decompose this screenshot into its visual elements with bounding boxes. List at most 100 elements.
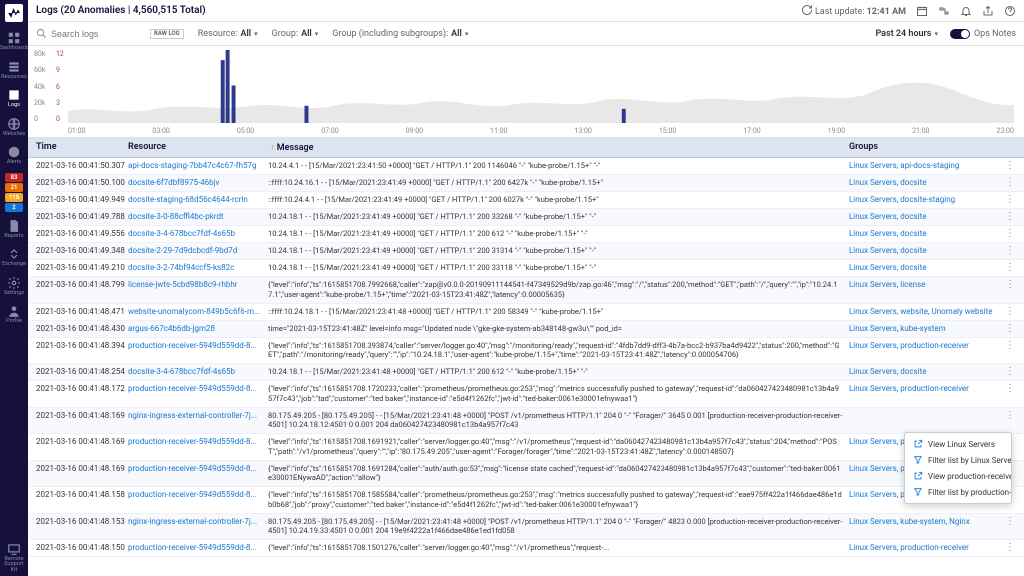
context-menu-item-view-linux[interactable]: View Linux Servers [905, 436, 1011, 452]
sidebar-item-dashboards[interactable]: Dashboards [2, 28, 26, 55]
cell-groups[interactable]: Linux Servers, docsite-staging [849, 195, 1004, 204]
col-header-message[interactable]: ↑ Message [268, 142, 849, 153]
table-row[interactable]: 2021-03-16 00:41:49.556docsite-3-4-678bc… [28, 226, 1024, 243]
cell-groups[interactable]: Linux Servers, production-receiver [849, 384, 1004, 393]
cell-groups[interactable]: Linux Servers, website, Unomaly website [849, 307, 1004, 316]
pipeline-icon[interactable] [938, 5, 950, 17]
row-actions-icon[interactable]: ⋮ [1004, 411, 1016, 421]
table-row[interactable]: 2021-03-16 00:41:48.158production-receiv… [28, 487, 1024, 514]
cell-groups[interactable]: Linux Servers, api-docs-staging [849, 161, 1004, 170]
sidebar-item-exchange[interactable]: Exchange [2, 244, 26, 271]
table-row[interactable]: 2021-03-16 00:41:49.949docsite-staging-6… [28, 192, 1024, 209]
cell-groups[interactable]: Linux Servers, docsite [849, 367, 1004, 376]
share-icon[interactable] [982, 5, 994, 17]
badge-warning[interactable]: 118 [5, 193, 23, 202]
cell-groups[interactable]: Linux Servers, production-receiver [849, 543, 1004, 552]
col-header-resource[interactable]: Resource [128, 142, 268, 153]
table-row[interactable]: 2021-03-16 00:41:48.799license-jwts-5cbd… [28, 277, 1024, 304]
filter-group-subgroups[interactable]: Group (including subgroups): All ▾ [332, 29, 468, 39]
sidebar-item-logs[interactable]: Logs [2, 85, 26, 112]
time-range-selector[interactable]: Past 24 hours ▾ [875, 29, 938, 39]
row-actions-icon[interactable]: ⋮ [1004, 341, 1016, 351]
table-row[interactable]: 2021-03-16 00:41:48.172production-receiv… [28, 381, 1024, 408]
cell-resource[interactable]: production-receiver-5949d559dd-8... [128, 490, 268, 499]
table-row[interactable]: 2021-03-16 00:41:48.254docsite-3-4-678bc… [28, 364, 1024, 381]
row-actions-icon[interactable]: ⋮ [1004, 195, 1016, 205]
cell-resource[interactable]: website-unomalycom-849b5c6f6-m... [128, 307, 268, 316]
row-actions-icon[interactable]: ⋮ [1004, 161, 1016, 171]
search-box[interactable] [36, 28, 136, 39]
sidebar-item-alerts[interactable]: Alerts [2, 142, 26, 169]
cell-groups[interactable]: Linux Servers, kube-system [849, 324, 1004, 333]
cell-resource[interactable]: argus-667c4b6db-jgm28 [128, 324, 268, 333]
context-menu-item-filter-prod[interactable]: Filter list by production-r... [905, 484, 1011, 500]
table-row[interactable]: 2021-03-16 00:41:48.430argus-667c4b6db-j… [28, 321, 1024, 338]
table-body[interactable]: 2021-03-16 00:41:50.307api-docs-staging-… [28, 158, 1024, 576]
table-row[interactable]: 2021-03-16 00:41:50.307api-docs-staging-… [28, 158, 1024, 175]
cell-resource[interactable]: docsite-3-4-678bcc7fdf-4s65b [128, 367, 268, 376]
cell-groups[interactable]: Linux Servers, docsite [849, 212, 1004, 221]
col-header-groups[interactable]: Groups [849, 142, 1004, 153]
row-actions-icon[interactable]: ⋮ [1004, 517, 1016, 527]
cell-groups[interactable]: Linux Servers, docsite [849, 246, 1004, 255]
row-actions-icon[interactable]: ⋮ [1004, 384, 1016, 394]
cell-resource[interactable]: nginx-ingress-external-controller-7j... [128, 411, 268, 420]
search-input[interactable] [51, 29, 121, 39]
row-actions-icon[interactable]: ⋮ [1004, 246, 1016, 256]
cell-groups[interactable]: Linux Servers, docsite [849, 263, 1004, 272]
context-menu-item-view-prod[interactable]: View production-receiver [905, 468, 1011, 484]
cell-resource[interactable]: docsite-staging-68d56c4644-rcrln [128, 195, 268, 204]
sidebar-item-profile[interactable]: Profile [2, 301, 26, 328]
help-icon[interactable] [1004, 5, 1016, 17]
row-actions-icon[interactable]: ⋮ [1004, 367, 1016, 377]
cell-resource[interactable]: production-receiver-5949d559dd-8... [128, 543, 268, 552]
filter-group[interactable]: Group: All ▾ [272, 29, 319, 39]
filter-resource[interactable]: Resource: All ▾ [198, 29, 258, 39]
badge-info[interactable]: 2 [5, 203, 23, 212]
row-actions-icon[interactable]: ⋮ [1004, 212, 1016, 222]
bell-icon[interactable] [960, 5, 972, 17]
table-row[interactable]: 2021-03-16 00:41:48.169production-receiv… [28, 434, 1024, 461]
cell-resource[interactable]: production-receiver-5949d559dd-8... [128, 464, 268, 473]
cell-resource[interactable]: license-jwts-5cbd98b8c9-rhbhr [128, 280, 268, 289]
cell-groups[interactable]: Linux Servers, production-receiver [849, 341, 1004, 350]
cell-resource[interactable]: docsite-3-0-88cffl4bc-pkrdt [128, 212, 268, 221]
calendar-icon[interactable] [916, 5, 928, 17]
cell-resource[interactable]: nginx-ingress-external-controller-7j... [128, 517, 268, 526]
cell-resource[interactable]: docsite-2-29-7d9dcbcdf-9bd7d [128, 246, 268, 255]
cell-resource[interactable]: docsite-3-4-678bcc7fdf-4s65b [128, 229, 268, 238]
cell-resource[interactable]: api-docs-staging-7bb47c4c67-fh57g [128, 161, 268, 170]
raw-log-button[interactable]: RAW LOG [150, 29, 184, 39]
row-actions-icon[interactable]: ⋮ [1004, 280, 1016, 290]
table-row[interactable]: 2021-03-16 00:41:48.471website-unomalyco… [28, 304, 1024, 321]
cell-resource[interactable]: production-receiver-5949d559dd-8... [128, 437, 268, 446]
sidebar-item-remote[interactable]: Remote Support Kit [2, 539, 26, 576]
cell-groups[interactable]: Linux Servers, docsite [849, 229, 1004, 238]
cell-groups[interactable]: Linux Servers, docsite [849, 178, 1004, 187]
histogram-chart[interactable]: 80k60k40k20k0 129630 01:0003:0005:0007:0… [28, 46, 1024, 138]
table-row[interactable]: 2021-03-16 00:41:48.153nginx-ingress-ext… [28, 514, 1024, 541]
sidebar-item-resources[interactable]: Resources [2, 57, 26, 84]
ops-notes-toggle[interactable] [950, 29, 970, 39]
badge-error[interactable]: 21 [5, 183, 23, 192]
table-row[interactable]: 2021-03-16 00:41:49.348docsite-2-29-7d9d… [28, 243, 1024, 260]
table-row[interactable]: 2021-03-16 00:41:48.150production-receiv… [28, 540, 1024, 557]
row-actions-icon[interactable]: ⋮ [1004, 263, 1016, 273]
cell-groups[interactable]: Linux Servers, kube-system, Nginx [849, 517, 1004, 526]
table-row[interactable]: 2021-03-16 00:41:48.169nginx-ingress-ext… [28, 408, 1024, 435]
cell-groups[interactable]: Linux Servers, license [849, 280, 1004, 289]
table-row[interactable]: 2021-03-16 00:41:50.100docsite-6f7dbf897… [28, 175, 1024, 192]
table-row[interactable]: 2021-03-16 00:41:49.210docsite-3-2-74bf9… [28, 260, 1024, 277]
badge-critical[interactable]: 83 [5, 173, 23, 182]
row-actions-icon[interactable]: ⋮ [1004, 543, 1016, 553]
row-actions-icon[interactable]: ⋮ [1004, 229, 1016, 239]
context-menu-item-filter-linux[interactable]: Filter list by Linux Servers [905, 452, 1011, 468]
app-logo[interactable] [5, 4, 23, 22]
sidebar-item-websites[interactable]: Websites [2, 114, 26, 141]
row-actions-icon[interactable]: ⋮ [1004, 178, 1016, 188]
sidebar-item-reports[interactable]: Reports [2, 216, 26, 243]
col-header-time[interactable]: Time [36, 142, 128, 153]
cell-resource[interactable]: docsite-3-2-74bf94ccf5-ks82c [128, 263, 268, 272]
cell-resource[interactable]: docsite-6f7dbf8975-46bjv [128, 178, 268, 187]
cell-resource[interactable]: production-receiver-5949d559dd-8... [128, 384, 268, 393]
